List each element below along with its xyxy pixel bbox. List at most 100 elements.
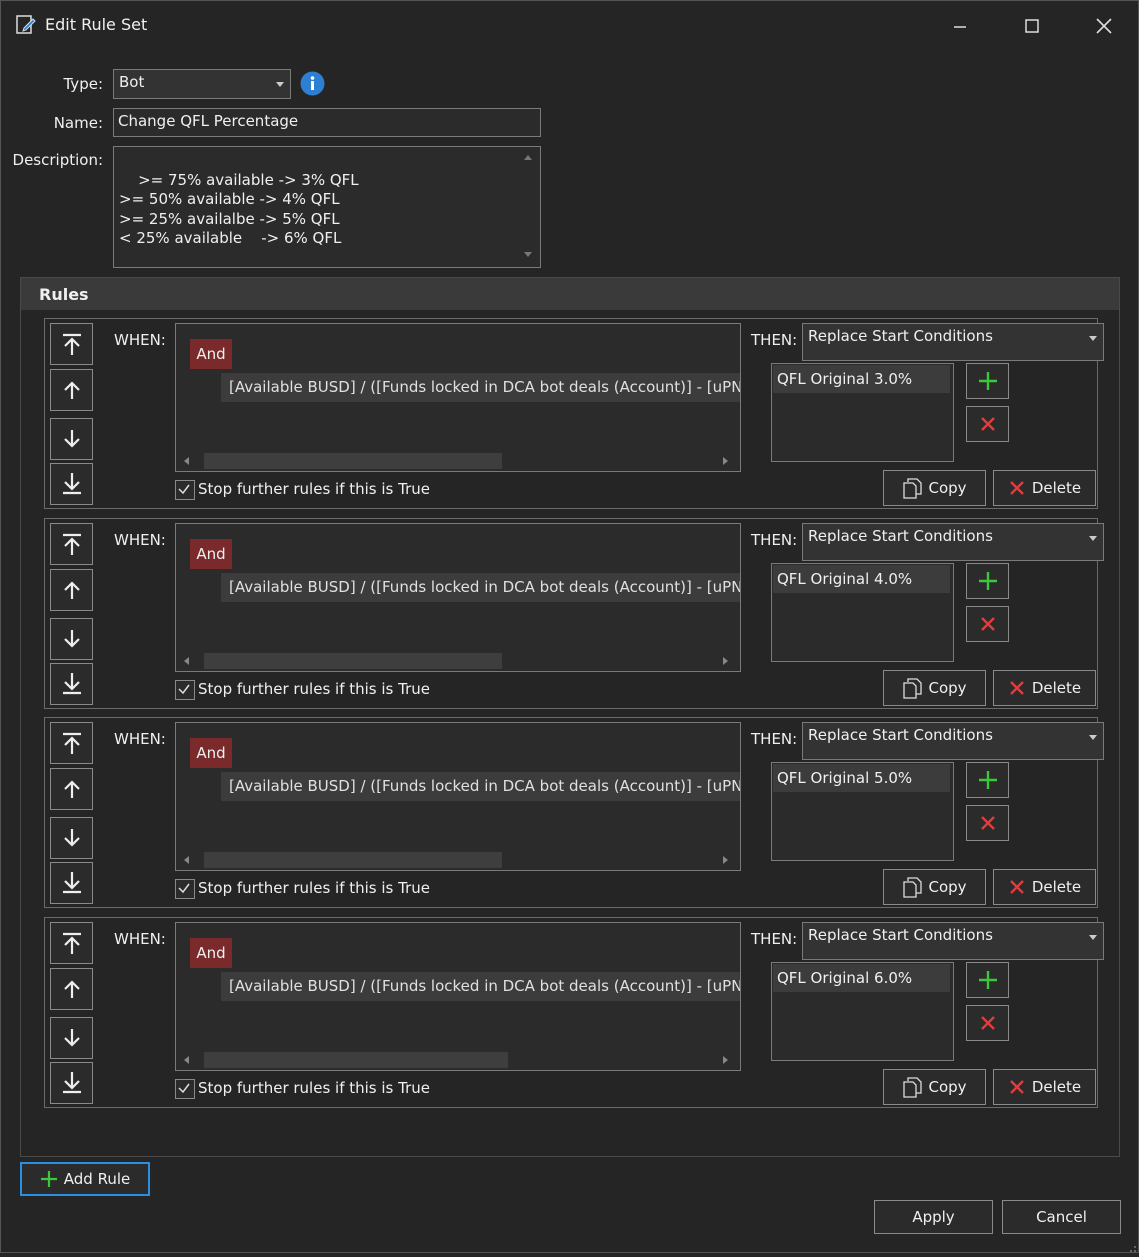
x-icon (980, 617, 995, 631)
horizontal-scrollbar[interactable] (176, 651, 738, 671)
move-to-bottom-button[interactable] (50, 463, 93, 505)
copy-rule-button[interactable]: Copy (883, 869, 986, 905)
condition-expression[interactable]: [Available BUSD] / ([Funds locked in DCA… (221, 573, 740, 602)
horizontal-scrollbar[interactable] (176, 451, 738, 471)
move-up-button[interactable] (50, 968, 93, 1010)
info-icon[interactable] (300, 71, 325, 96)
scroll-left-icon[interactable] (184, 856, 189, 864)
scroll-right-icon[interactable] (723, 856, 728, 864)
move-to-bottom-button[interactable] (50, 663, 93, 705)
add-item-button[interactable] (966, 762, 1009, 798)
cancel-button[interactable]: Cancel (1002, 1200, 1121, 1234)
type-select[interactable]: Bot (113, 69, 291, 99)
scroll-left-icon[interactable] (184, 657, 189, 665)
and-operator-node[interactable]: And (190, 938, 232, 968)
move-down-button[interactable] (50, 418, 93, 460)
add-item-button[interactable] (966, 962, 1009, 998)
move-down-button[interactable] (50, 817, 93, 859)
copy-rule-button[interactable]: Copy (883, 670, 986, 706)
name-label: Name: (53, 114, 103, 132)
condition-tree[interactable]: And [Available BUSD] / ([Funds locked in… (175, 523, 741, 672)
scroll-down-icon[interactable] (524, 252, 532, 257)
move-up-button[interactable] (50, 569, 93, 611)
name-field[interactable]: Change QFL Percentage (113, 108, 541, 137)
scroll-right-icon[interactable] (723, 657, 728, 665)
horizontal-scrollbar[interactable] (176, 1050, 738, 1070)
move-to-top-button[interactable] (50, 922, 93, 964)
condition-tree[interactable]: And [Available BUSD] / ([Funds locked in… (175, 323, 741, 472)
condition-expression[interactable]: [Available BUSD] / ([Funds locked in DCA… (221, 373, 740, 402)
add-item-button[interactable] (966, 363, 1009, 399)
action-select[interactable]: Replace Start Conditions (802, 523, 1104, 561)
list-item[interactable]: QFL Original 4.0% (773, 565, 950, 593)
move-to-top-button[interactable] (50, 323, 93, 365)
move-to-top-button[interactable] (50, 722, 93, 764)
action-items-list[interactable]: QFL Original 3.0% (771, 363, 954, 462)
copy-rule-button[interactable]: Copy (883, 470, 986, 506)
stop-further-rules-checkbox[interactable] (175, 1079, 195, 1099)
copy-rule-button[interactable]: Copy (883, 1069, 986, 1105)
scroll-right-icon[interactable] (723, 1056, 728, 1064)
scroll-left-icon[interactable] (184, 457, 189, 465)
condition-expression[interactable]: [Available BUSD] / ([Funds locked in DCA… (221, 772, 740, 801)
condition-expression[interactable]: [Available BUSD] / ([Funds locked in DCA… (221, 972, 740, 1001)
move-to-top-button[interactable] (50, 523, 93, 565)
action-select[interactable]: Replace Start Conditions (802, 323, 1104, 361)
and-operator-node[interactable]: And (190, 738, 232, 768)
apply-button[interactable]: Apply (874, 1200, 993, 1234)
action-items-list[interactable]: QFL Original 6.0% (771, 962, 954, 1061)
move-to-top-icon (62, 932, 81, 954)
stop-further-rules-label[interactable]: Stop further rules if this is True (198, 1079, 430, 1097)
add-item-button[interactable] (966, 563, 1009, 599)
and-operator-node[interactable]: And (190, 339, 232, 369)
list-item[interactable]: QFL Original 5.0% (773, 764, 950, 792)
move-down-button[interactable] (50, 1017, 93, 1059)
move-to-bottom-button[interactable] (50, 862, 93, 904)
stop-further-rules-checkbox[interactable] (175, 480, 195, 500)
stop-further-rules-label[interactable]: Stop further rules if this is True (198, 680, 430, 698)
minimize-button[interactable] (937, 6, 983, 46)
stop-further-rules-checkbox[interactable] (175, 680, 195, 700)
condition-tree[interactable]: And [Available BUSD] / ([Funds locked in… (175, 722, 741, 871)
horizontal-scrollbar[interactable] (176, 850, 738, 870)
remove-item-button[interactable] (966, 805, 1009, 841)
action-items-list[interactable]: QFL Original 5.0% (771, 762, 954, 861)
scroll-up-icon[interactable] (524, 155, 532, 160)
condition-tree[interactable]: And [Available BUSD] / ([Funds locked in… (175, 922, 741, 1071)
move-up-button[interactable] (50, 768, 93, 810)
description-textarea[interactable]: >= 75% available -> 3% QFL >= 50% availa… (113, 146, 541, 268)
delete-rule-button[interactable]: Delete (993, 869, 1096, 905)
copy-icon (903, 478, 923, 499)
remove-item-button[interactable] (966, 1005, 1009, 1041)
resize-grip-icon[interactable] (1125, 1239, 1137, 1252)
scroll-right-icon[interactable] (723, 457, 728, 465)
scroll-thumb[interactable] (204, 1052, 508, 1068)
when-label: WHEN: (114, 531, 166, 549)
scroll-left-icon[interactable] (184, 1056, 189, 1064)
remove-item-button[interactable] (966, 406, 1009, 442)
maximize-button[interactable] (1009, 6, 1055, 46)
checkmark-icon (178, 883, 190, 894)
move-down-button[interactable] (50, 618, 93, 660)
remove-item-button[interactable] (966, 606, 1009, 642)
action-select[interactable]: Replace Start Conditions (802, 922, 1104, 960)
list-item[interactable]: QFL Original 3.0% (773, 365, 950, 393)
scroll-thumb[interactable] (204, 852, 502, 868)
scroll-thumb[interactable] (204, 453, 502, 469)
close-button[interactable] (1081, 6, 1127, 46)
stop-further-rules-label[interactable]: Stop further rules if this is True (198, 480, 430, 498)
move-up-button[interactable] (50, 369, 93, 411)
delete-rule-button[interactable]: Delete (993, 1069, 1096, 1105)
stop-further-rules-checkbox[interactable] (175, 879, 195, 899)
delete-rule-button[interactable]: Delete (993, 470, 1096, 506)
scroll-thumb[interactable] (204, 653, 502, 669)
add-rule-button[interactable]: Add Rule (20, 1162, 150, 1196)
list-item[interactable]: QFL Original 6.0% (773, 964, 950, 992)
and-operator-node[interactable]: And (190, 539, 232, 569)
description-label: Description: (12, 151, 103, 169)
action-items-list[interactable]: QFL Original 4.0% (771, 563, 954, 662)
stop-further-rules-label[interactable]: Stop further rules if this is True (198, 879, 430, 897)
action-select[interactable]: Replace Start Conditions (802, 722, 1104, 760)
delete-rule-button[interactable]: Delete (993, 670, 1096, 706)
move-to-bottom-button[interactable] (50, 1062, 93, 1104)
